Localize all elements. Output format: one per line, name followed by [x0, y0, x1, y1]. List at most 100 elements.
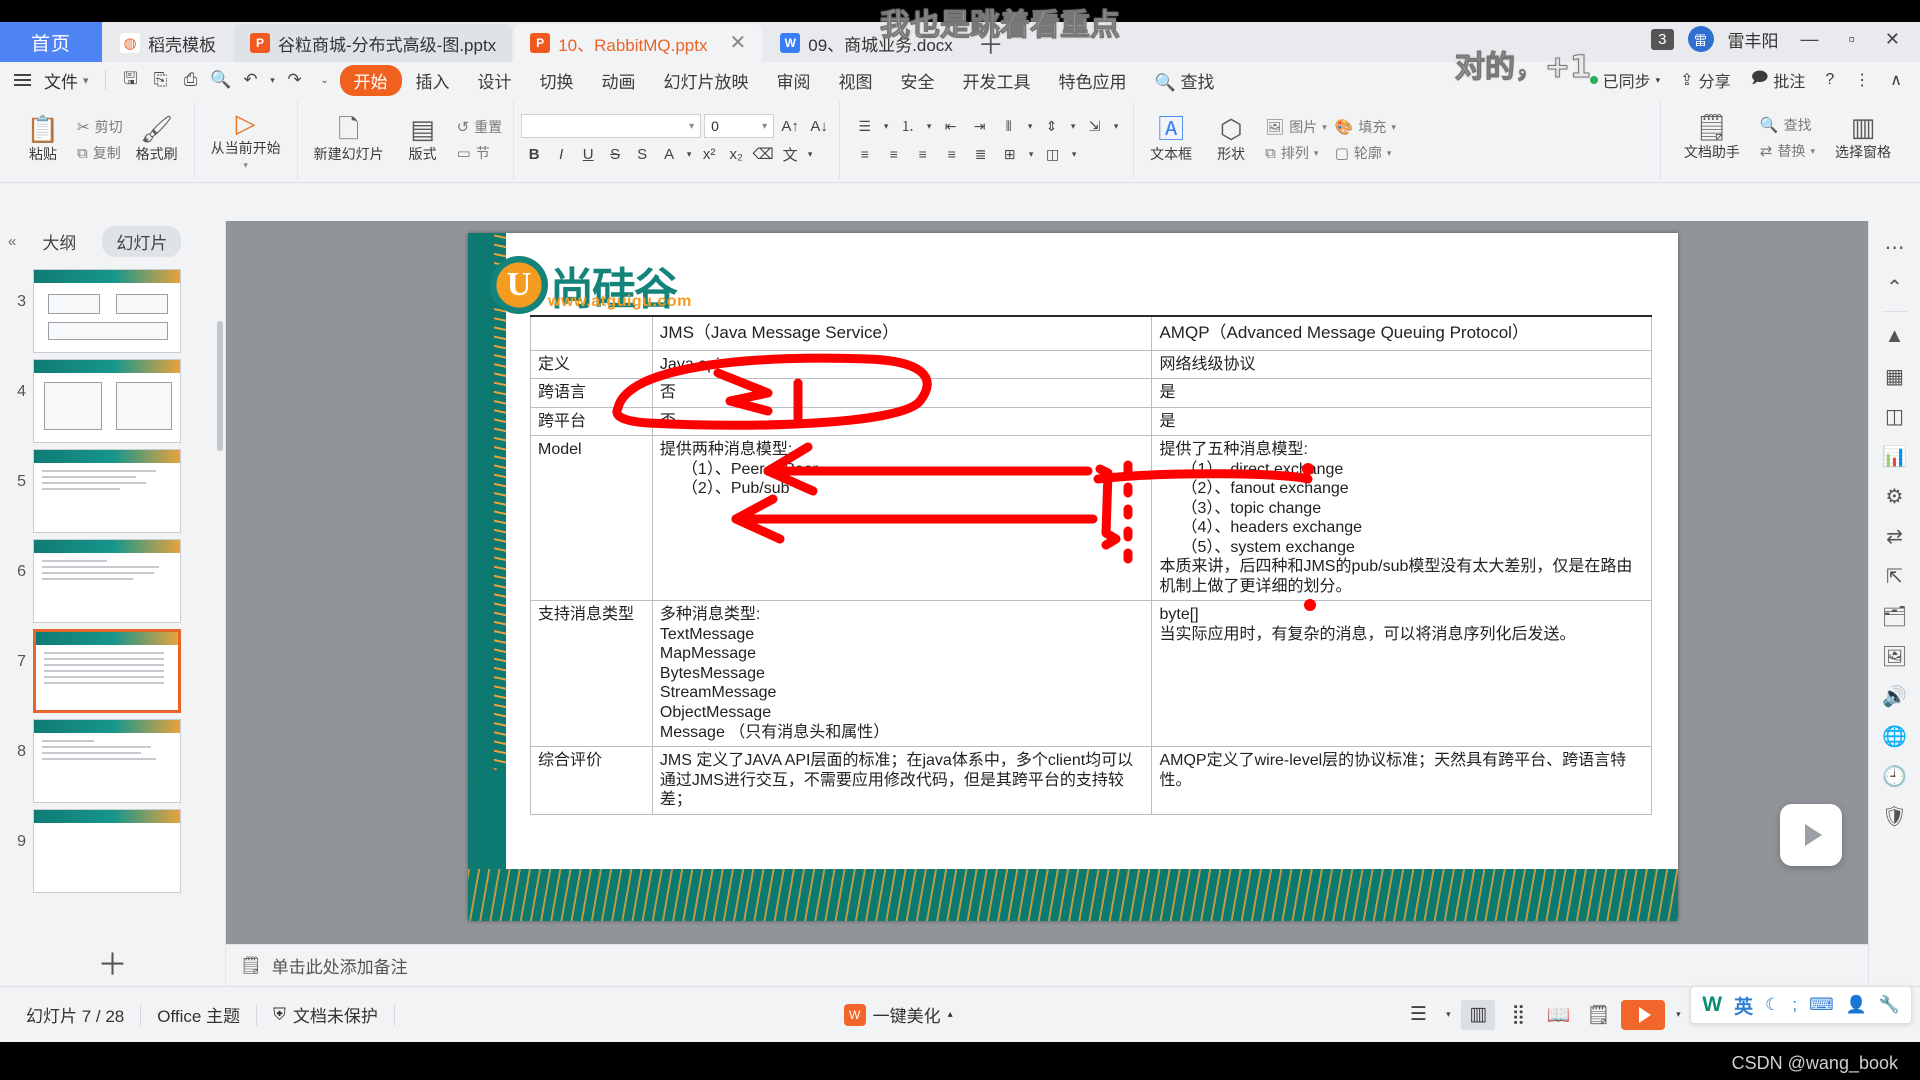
- current-slide[interactable]: U 尚硅谷 www.atguigu.com JMS（Java Message S…: [468, 233, 1678, 921]
- wrench-icon[interactable]: 🔧: [1879, 995, 1900, 1015]
- comparison-table[interactable]: JMS（Java Message Service） AMQP（Advanced …: [530, 314, 1652, 815]
- notification-badge[interactable]: 3: [1651, 28, 1674, 50]
- line-spacing-icon[interactable]: ⇕: [1038, 115, 1065, 138]
- copy-button[interactable]: ⧉ 复制: [73, 142, 127, 164]
- tab-start[interactable]: 开始: [339, 64, 402, 96]
- maximize-button[interactable]: ▫: [1841, 29, 1863, 50]
- add-slide-button[interactable]: ＋: [0, 938, 225, 986]
- slide-thumbnail[interactable]: [33, 269, 181, 353]
- align-left-icon[interactable]: ≡: [851, 143, 878, 166]
- tab-insert[interactable]: 插入: [402, 65, 464, 96]
- format-painter-button[interactable]: 🖌 格式刷: [127, 103, 187, 177]
- tab-docer-template[interactable]: ◍ 稻壳模板: [104, 24, 232, 62]
- numbering-icon[interactable]: ⒈: [894, 115, 921, 138]
- menu-icon[interactable]: [14, 74, 31, 86]
- font-family-select[interactable]: ▾: [521, 114, 702, 138]
- smart-align-icon[interactable]: ⊞: [996, 143, 1023, 166]
- decrease-font-size-button[interactable]: A↓: [806, 114, 832, 138]
- tab-transitions[interactable]: 切换: [526, 65, 588, 96]
- tab-developer-tools[interactable]: 开发工具: [949, 65, 1045, 96]
- slide-thumbnail[interactable]: [33, 809, 181, 893]
- superscript-button[interactable]: x²: [696, 142, 722, 166]
- outline-button[interactable]: ▢ 轮廓 ▾: [1331, 142, 1400, 164]
- transform-icon[interactable]: ⇄: [1875, 516, 1915, 556]
- clear-format-icon[interactable]: ⌫: [750, 142, 776, 166]
- paste-button[interactable]: 📋 粘贴: [13, 103, 73, 177]
- italic-button[interactable]: I: [548, 142, 574, 166]
- thumbnail-list[interactable]: 3 4 5 6 7 8 9: [0, 261, 225, 938]
- tab-rabbitmq-pptx[interactable]: P 10、RabbitMQ.pptx ✕: [514, 24, 763, 62]
- decrease-indent-icon[interactable]: ⇤: [937, 115, 964, 138]
- slide-sorter-icon[interactable]: ⣿: [1501, 1000, 1535, 1030]
- image-icon[interactable]: 🖼: [1875, 636, 1915, 676]
- tab-gulimall-pptx[interactable]: P 谷粒商城-分布式高级-图.pptx: [234, 24, 513, 62]
- align-right-icon[interactable]: ≡: [909, 143, 936, 166]
- ime-toolbar[interactable]: W 英 ☾ ; ⌨ 👤 🔧: [1690, 986, 1912, 1024]
- list-item[interactable]: 3: [0, 263, 225, 353]
- history-icon[interactable]: 🕘: [1875, 756, 1915, 796]
- new-slide-button[interactable]: 🗋 新建幻灯片: [305, 103, 393, 177]
- chevron-down-icon[interactable]: ▾: [1671, 1000, 1685, 1030]
- justify-icon[interactable]: ≡: [938, 143, 965, 166]
- tab-animations[interactable]: 动画: [588, 65, 650, 96]
- reading-view-icon[interactable]: 📖: [1541, 1000, 1575, 1030]
- columns-icon[interactable]: ⫴: [995, 115, 1022, 138]
- animation-pane-icon[interactable]: ▲: [1875, 316, 1915, 356]
- chart-tools-icon[interactable]: 📊: [1875, 436, 1915, 476]
- convert-smartart-icon[interactable]: ◫: [1039, 143, 1066, 166]
- one-click-beautify-button[interactable]: W 一键美化 ▴: [843, 1002, 953, 1027]
- save-as-icon[interactable]: ⎘: [146, 66, 176, 94]
- moon-icon[interactable]: ☾: [1765, 995, 1780, 1015]
- section-button[interactable]: ▭ 节: [453, 142, 507, 164]
- list-item[interactable]: 5: [0, 443, 225, 533]
- global-icon[interactable]: 🌐: [1875, 716, 1915, 756]
- audio-icon[interactable]: 🔊: [1875, 676, 1915, 716]
- tab-slideshow[interactable]: 幻灯片放映: [650, 65, 763, 96]
- thumbnail-scrollbar[interactable]: [217, 321, 223, 451]
- slide-thumbnail[interactable]: [33, 539, 181, 623]
- close-window-button[interactable]: ✕: [1877, 29, 1908, 50]
- layout-button[interactable]: ▤ 版式: [393, 103, 453, 177]
- normal-view-icon[interactable]: ▥: [1461, 999, 1496, 1030]
- text-direction-icon[interactable]: ⇲: [1081, 115, 1108, 138]
- help-button[interactable]: ?: [1817, 71, 1842, 89]
- slide-thumbnail-selected[interactable]: [33, 629, 181, 713]
- tab-slides[interactable]: 幻灯片: [102, 225, 182, 257]
- underline-button[interactable]: U: [575, 142, 601, 166]
- cut-button[interactable]: ✂ 剪切: [73, 116, 127, 138]
- character-style-button[interactable]: 文: [777, 142, 803, 166]
- font-size-select[interactable]: 0 ▾: [704, 114, 775, 138]
- floating-preview-button[interactable]: [1780, 804, 1842, 866]
- more-options-button[interactable]: ⋮: [1846, 70, 1878, 90]
- strikethrough-button[interactable]: S: [602, 142, 628, 166]
- collapse-ribbon-button[interactable]: ∧: [1882, 70, 1910, 90]
- folder-icon[interactable]: 🗂: [1875, 596, 1915, 636]
- fill-button[interactable]: 🎨 填充 ▾: [1331, 116, 1400, 138]
- distribute-icon[interactable]: ≣: [967, 143, 994, 166]
- punctuation-icon[interactable]: ;: [1792, 995, 1797, 1015]
- list-item[interactable]: 7: [0, 623, 225, 713]
- find-button[interactable]: 🔍 查找: [1756, 114, 1819, 136]
- chevron-down-icon[interactable]: ▾: [1441, 1000, 1455, 1030]
- close-icon[interactable]: ✕: [729, 33, 746, 53]
- shapes-button[interactable]: ⬡ 形状: [1201, 103, 1261, 177]
- start-from-current-button[interactable]: ▷ 从当前开始 ▾: [202, 103, 290, 177]
- start-slideshow-button[interactable]: [1621, 999, 1666, 1030]
- tab-design[interactable]: 设计: [464, 65, 526, 96]
- tab-outline[interactable]: 大纲: [28, 226, 90, 257]
- tab-special-apps[interactable]: 特色应用: [1045, 65, 1141, 96]
- doc-assistant-button[interactable]: 🗒 文档助手: [1668, 101, 1756, 175]
- share-button[interactable]: ⇪ 分享: [1672, 68, 1738, 92]
- theme-label[interactable]: Office 主题: [141, 1002, 256, 1027]
- increase-indent-icon[interactable]: ⇥: [966, 115, 993, 138]
- print-icon[interactable]: ⎙: [176, 66, 206, 94]
- keyboard-icon[interactable]: ⌨: [1809, 995, 1834, 1015]
- text-shadow-button[interactable]: S: [629, 142, 655, 166]
- settings-icon[interactable]: ⚙: [1875, 476, 1915, 516]
- reading-list-icon[interactable]: ☰: [1401, 1000, 1435, 1030]
- ribbon-search-button[interactable]: 🔍 查找: [1141, 65, 1229, 96]
- table-tools-icon[interactable]: ▦: [1875, 356, 1915, 396]
- user-icon[interactable]: 👤: [1846, 995, 1867, 1015]
- list-item[interactable]: 9: [0, 803, 225, 893]
- slide-canvas-area[interactable]: U 尚硅谷 www.atguigu.com JMS（Java Message S…: [226, 221, 1920, 986]
